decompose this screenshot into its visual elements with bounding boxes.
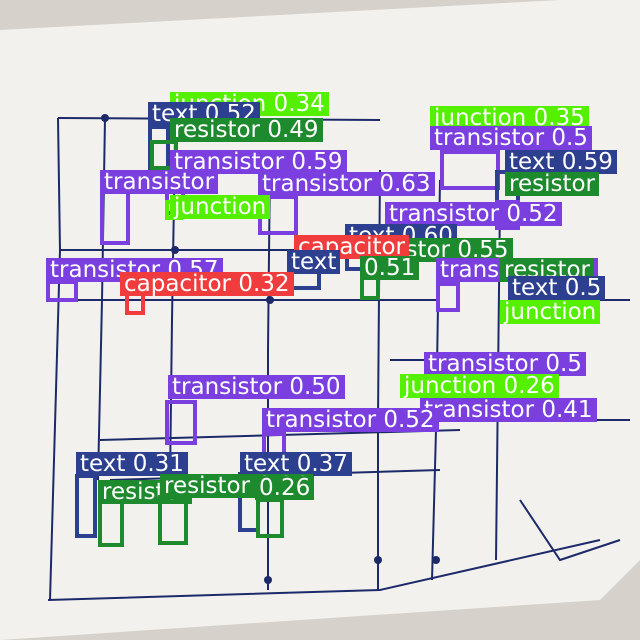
transistor-detection-box: [165, 400, 197, 445]
transistor-detection-box: [100, 190, 130, 245]
transistor-detection-label: transistor 0.50: [168, 375, 345, 399]
resistor-detection-box: [158, 495, 188, 545]
junction-detection-label: junction: [170, 195, 271, 219]
transistor-detection-label: transistor 0.52: [262, 408, 439, 432]
transistor-detection-label: transistor 0.63: [258, 172, 435, 196]
junction-detection-label: junction 0.26: [400, 374, 559, 398]
text-detection-label: text: [287, 250, 341, 274]
resistor-detection-label: resistor: [505, 172, 600, 196]
transistor-detection-box: [46, 280, 78, 302]
capacitor-detection-label: capacitor 0.32: [120, 272, 294, 296]
text-detection-box: [75, 474, 97, 538]
transistor-detection-label: transistor 0.5: [430, 126, 592, 150]
junction-detection-label: junction: [500, 300, 601, 324]
text-detection-label: text 0.5: [508, 276, 606, 300]
resistor-detection-label: 0.51: [360, 256, 420, 280]
transistor-detection-box: [436, 282, 460, 312]
transistor-detection-box: [440, 150, 500, 190]
resistor-detection-box: [256, 498, 284, 538]
transistor-detection-label: transistor: [100, 170, 219, 194]
transistor-detection-label: transistor 0.41: [420, 398, 597, 422]
resistor-detection-label: resistor 0.49: [170, 118, 323, 142]
resistor-detection-label: 0.26: [255, 476, 315, 500]
